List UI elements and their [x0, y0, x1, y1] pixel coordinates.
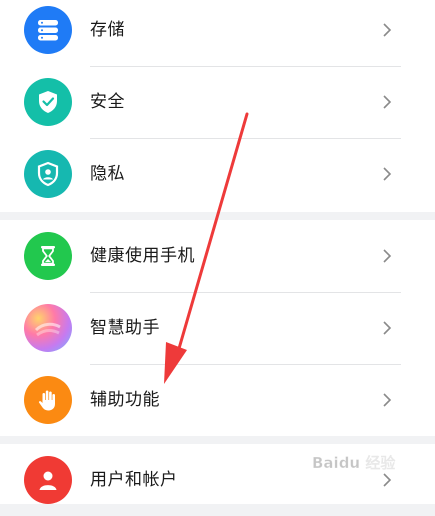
- chevron-right-icon: [383, 167, 392, 181]
- svg-text:Baidu 经验: Baidu 经验: [312, 454, 396, 472]
- chevron-right-icon: [383, 249, 392, 263]
- settings-item-label: 健康使用手机: [90, 246, 195, 266]
- chevron-right-icon: [383, 321, 392, 335]
- chevron-right-icon: [383, 393, 392, 407]
- settings-item-label: 存储: [90, 20, 125, 40]
- settings-item-label: 辅助功能: [90, 390, 160, 410]
- user-icon: [24, 456, 72, 504]
- settings-item-label: 用户和帐户: [90, 470, 178, 490]
- settings-item-security[interactable]: 安全: [0, 66, 435, 138]
- settings-item-label: 安全: [90, 92, 125, 112]
- chevron-right-icon: [383, 23, 392, 37]
- chevron-right-icon: [383, 95, 392, 109]
- baidu-watermark: Baidu 经验: [310, 448, 420, 476]
- hand-icon: [24, 376, 72, 424]
- settings-item-storage[interactable]: 存储: [0, 0, 435, 66]
- settings-item-label: 智慧助手: [90, 318, 160, 338]
- storage-icon: [24, 6, 72, 54]
- settings-item-label: 隐私: [90, 164, 125, 184]
- settings-item-digital-balance[interactable]: 健康使用手机: [0, 220, 435, 292]
- security-shield-icon: [24, 78, 72, 126]
- settings-item-accessibility[interactable]: 辅助功能: [0, 364, 435, 436]
- hourglass-icon: [24, 232, 72, 280]
- settings-item-privacy[interactable]: 隐私: [0, 138, 435, 210]
- settings-group-assist: 健康使用手机 智慧助手 辅助功能: [0, 220, 435, 436]
- privacy-icon: [24, 150, 72, 198]
- settings-item-smart-assistant[interactable]: 智慧助手: [0, 292, 435, 364]
- settings-group-device: 存储 安全 隐私: [0, 0, 435, 212]
- smart-assistant-icon: [24, 304, 72, 352]
